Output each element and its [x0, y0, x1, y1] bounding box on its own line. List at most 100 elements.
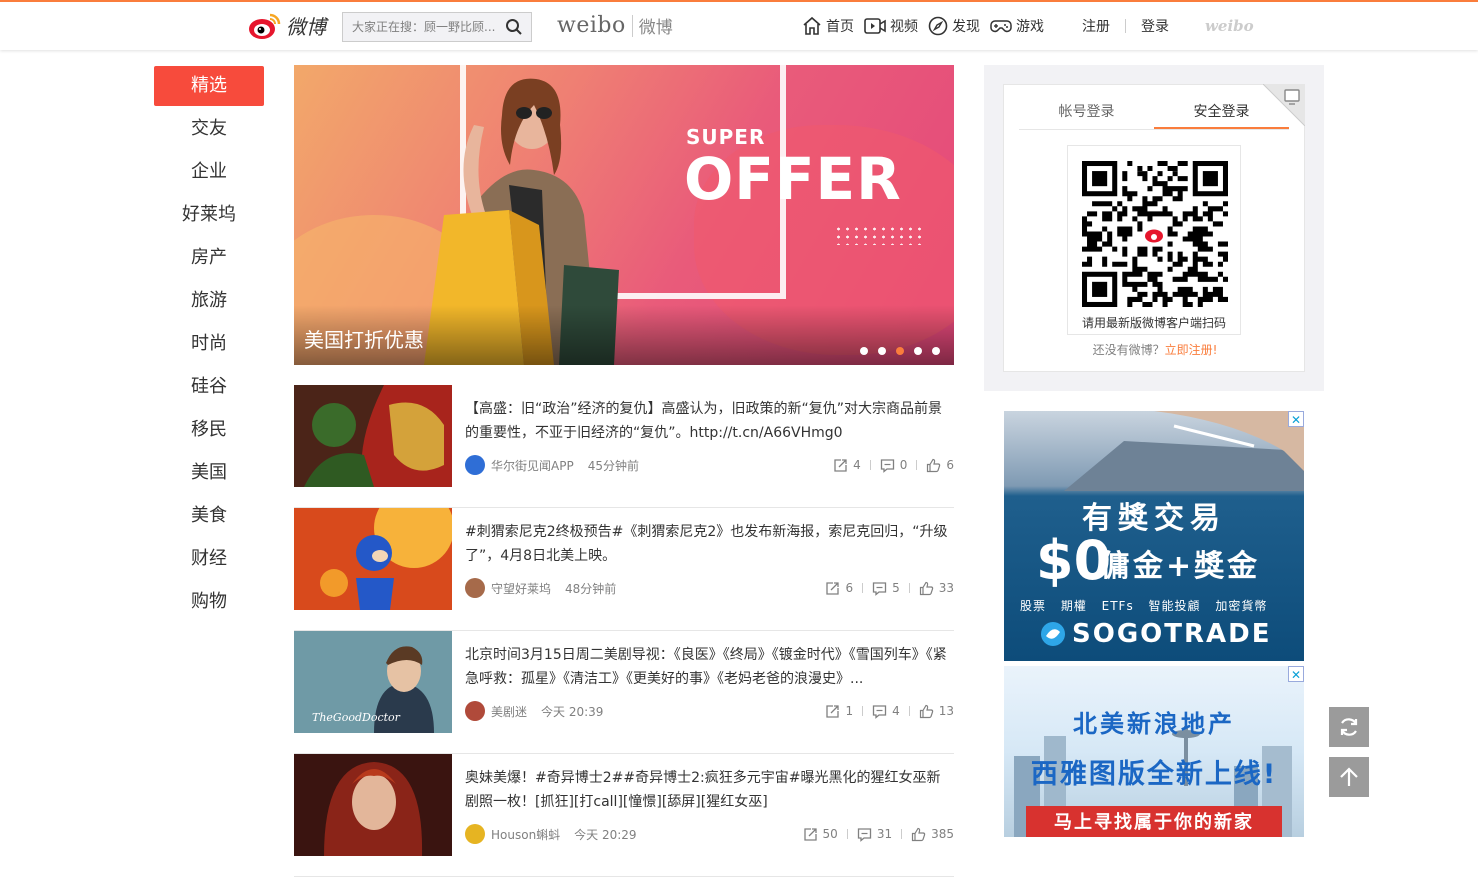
nav-divider — [1125, 19, 1126, 33]
home-icon — [803, 16, 821, 35]
nav-games-label: 游戏 — [1016, 19, 1044, 35]
sidebar-item[interactable]: 美食 — [154, 496, 264, 536]
thumbs-up-icon — [911, 827, 926, 841]
ad-close-button[interactable]: ✕ — [1288, 666, 1304, 682]
feed-text[interactable]: 北京时间3月15日周二美剧导视：《良医》《终局》《镀金时代》《雪国列车》《紧急呼… — [465, 643, 951, 691]
author-name[interactable]: 美剧迷 — [491, 703, 527, 720]
nav-video[interactable]: 视频 — [864, 16, 918, 36]
login-link[interactable]: 登录 — [1141, 16, 1169, 36]
comment-count: 5 — [892, 581, 900, 595]
banner-dot[interactable] — [860, 347, 868, 355]
nav-home[interactable]: 首页 — [802, 16, 854, 36]
register-link[interactable]: 注册 — [1082, 16, 1110, 36]
banner-dot[interactable] — [896, 347, 904, 355]
author-name[interactable]: Houson蝌蚪 — [491, 826, 560, 843]
repost-button[interactable]: 50 — [803, 827, 838, 842]
feed-item: 【高盛：旧“政治”经济的复仇】高盛认为，旧政策的新“复仇”对大宗商品前景的重要性… — [294, 385, 954, 508]
comment-count: 0 — [899, 458, 908, 472]
ad-sogotrade[interactable]: ✕ 有獎交易 $0 傭金+獎金 股票 期權 ETFs 智能投顧 加密貨幣 SOG… — [1004, 411, 1304, 661]
sidebar-item[interactable]: 房产 — [154, 238, 264, 278]
feed-thumbnail[interactable] — [294, 385, 452, 487]
sidebar-item[interactable]: 好莱坞 — [154, 195, 264, 235]
register-now-link[interactable]: 立即注册! — [1165, 343, 1218, 357]
pc-login-switch-icon[interactable] — [1263, 84, 1305, 126]
author-avatar[interactable] — [465, 701, 485, 721]
stat-divider — [862, 583, 864, 593]
main-nav: 首页 视频 发现 游戏 注册 登录 weibo — [802, 16, 1254, 36]
tab-account-login[interactable]: 帐号登录 — [1019, 97, 1154, 129]
thumbs-up-icon — [927, 458, 941, 472]
comment-button[interactable]: 4 — [872, 704, 900, 719]
stat-divider — [862, 706, 864, 716]
search-input[interactable] — [343, 13, 498, 41]
like-count: 13 — [938, 704, 954, 718]
like-button[interactable]: 385 — [911, 827, 954, 842]
sidebar-item[interactable]: 精选 — [154, 66, 264, 106]
banner-dot[interactable] — [914, 347, 922, 355]
feed-thumbnail[interactable]: TheGoodDoctor — [294, 631, 452, 733]
ad-close-button[interactable]: ✕ — [1288, 411, 1304, 427]
login-box: 帐号登录 安全登录 请用最新版微博客户端扫码 还没有微博？立即注册! — [1003, 84, 1305, 372]
feed-thumbnail[interactable] — [294, 754, 452, 856]
nav-games[interactable]: 游戏 — [990, 16, 1044, 36]
sidebar-item[interactable]: 交友 — [154, 109, 264, 149]
feed-meta: 守望好莱坞 48分钟前 6 5 33 — [465, 578, 954, 598]
comment-button[interactable]: 0 — [880, 458, 908, 473]
author-name[interactable]: 守望好莱坞 — [491, 580, 551, 597]
like-count: 385 — [931, 827, 954, 841]
register-prompt: 还没有微博？立即注册! — [1004, 341, 1306, 358]
nav-discover[interactable]: 发现 — [928, 16, 980, 36]
like-button[interactable]: 13 — [919, 704, 954, 719]
banner-offer-text: OFFER — [684, 145, 902, 213]
sidebar-item[interactable]: 硅谷 — [154, 367, 264, 407]
repost-button[interactable]: 6 — [825, 581, 853, 596]
sogotrade-logo-icon — [1041, 622, 1065, 646]
comment-icon — [880, 458, 894, 473]
ad2-cta[interactable]: 马上寻找属于你的新家 — [1026, 806, 1282, 837]
weibo-logo[interactable]: 微博 — [248, 11, 326, 40]
feed-thumbnail[interactable] — [294, 508, 452, 610]
ad-sina-realestate[interactable]: ✕ 北美新浪地产 西雅图版全新上线! 马上寻找属于你的新家 — [1004, 666, 1304, 837]
compass-icon — [928, 16, 948, 36]
sidebar-item[interactable]: 移民 — [154, 410, 264, 450]
author-avatar[interactable] — [465, 824, 485, 844]
sidebar-item[interactable]: 财经 — [154, 539, 264, 579]
refresh-button[interactable] — [1329, 707, 1369, 747]
repost-icon — [826, 704, 840, 718]
qr-code-image — [1082, 161, 1228, 307]
hero-banner[interactable]: SUPER OFFER 美国打折优惠 — [294, 65, 954, 365]
search-box — [342, 12, 532, 42]
author-avatar[interactable] — [465, 578, 485, 598]
repost-button[interactable]: 1 — [825, 704, 853, 719]
like-button[interactable]: 33 — [919, 581, 954, 596]
thumbs-up-icon — [919, 581, 933, 595]
nav-discover-label: 发现 — [952, 19, 980, 35]
banner-dot[interactable] — [932, 347, 940, 355]
repost-button[interactable]: 4 — [833, 458, 861, 473]
comment-button[interactable]: 31 — [857, 827, 892, 842]
ad-laptop-image — [1064, 411, 1304, 491]
comment-button[interactable]: 5 — [872, 581, 900, 596]
comment-count: 31 — [876, 827, 893, 841]
repost-count: 1 — [845, 704, 854, 718]
search-button[interactable] — [498, 13, 530, 41]
feed-meta: Houson蝌蚪 今天 20:29 50 31 385 — [465, 824, 954, 844]
banner-caption[interactable]: 美国打折优惠 — [304, 324, 424, 353]
thumb-label: TheGoodDoctor — [312, 711, 401, 724]
sidebar-item[interactable]: 美国 — [154, 453, 264, 493]
post-time: 今天 20:39 — [541, 704, 604, 719]
banner-dot[interactable] — [878, 347, 886, 355]
author-avatar[interactable] — [465, 455, 485, 475]
feed-meta: 美剧迷 今天 20:39 1 4 13 — [465, 701, 954, 721]
feed-text[interactable]: 奥妹美爆！#奇异博士2##奇异博士2:疯狂多元宇宙#曝光黑化的猩红女巫新剧照一枚… — [465, 766, 951, 814]
sidebar-item[interactable]: 企业 — [154, 152, 264, 192]
sidebar-item[interactable]: 购物 — [154, 582, 264, 622]
sidebar-item[interactable]: 时尚 — [154, 324, 264, 364]
post-stats: 6 5 33 — [825, 581, 954, 596]
back-to-top-button[interactable] — [1329, 757, 1369, 797]
sidebar-item[interactable]: 旅游 — [154, 281, 264, 321]
like-button[interactable]: 6 — [926, 458, 954, 473]
feed-text[interactable]: #刺猬索尼克2终极预告#《刺猬索尼克2》也发布新海报，索尼克回归，“升级了”，4… — [465, 520, 951, 568]
feed-text[interactable]: 【高盛：旧“政治”经济的复仇】高盛认为，旧政策的新“复仇”对大宗商品前景的重要性… — [465, 397, 951, 445]
author-name[interactable]: 华尔街见闻APP — [491, 457, 574, 474]
